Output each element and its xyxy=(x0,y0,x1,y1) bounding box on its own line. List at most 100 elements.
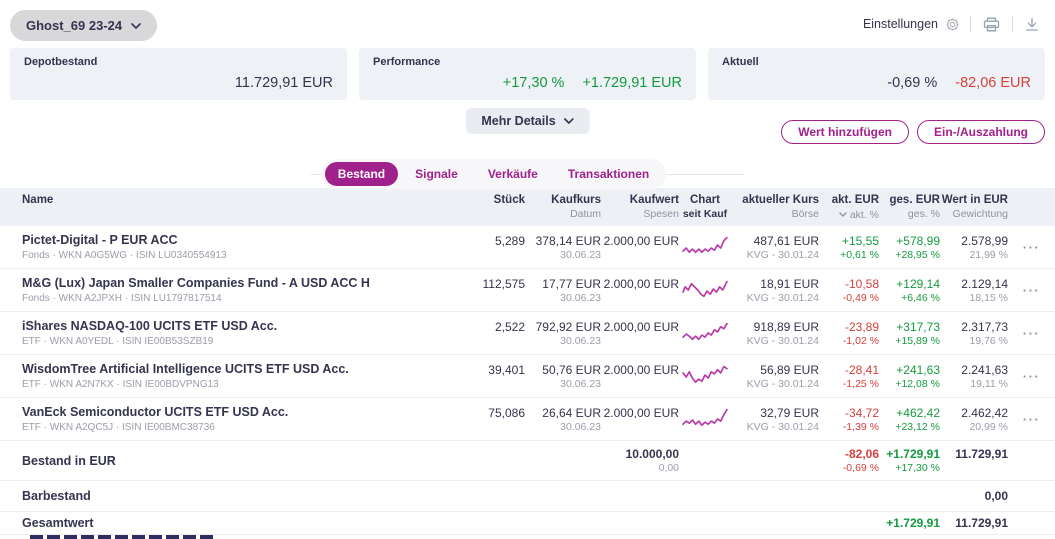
wert-value: 2.129,14 xyxy=(940,276,1008,292)
column-header-kaufwert: Kaufwert Spesen xyxy=(601,193,679,221)
gear-icon xyxy=(945,17,960,32)
column-header-name: Name xyxy=(0,193,419,221)
akt-eur-value: -28,41 xyxy=(819,362,879,378)
table-header: Name Stück Kaufkurs Datum Kaufwert Spese… xyxy=(0,188,1055,226)
row-menu-icon[interactable]: ··· xyxy=(1008,326,1055,341)
kauf-datum: 30.06.23 xyxy=(525,378,601,391)
kaufwert-value: 2.000,00 EUR xyxy=(601,276,679,292)
kurs-value: 918,89 EUR xyxy=(731,319,819,335)
ges-pct-value: +12,08 % xyxy=(879,378,940,391)
gesamt-wert: 11.729,91 xyxy=(940,515,1008,531)
stueck-value: 112,575 xyxy=(419,276,525,292)
kaufkurs-value: 792,92 EUR xyxy=(525,319,601,335)
tab-bar: Bestand Signale Verkäufe Transaktionen xyxy=(321,159,666,189)
ges-eur-value: +578,99 xyxy=(879,233,940,249)
instrument-name[interactable]: VanEck Semiconductor UCITS ETF USD Acc. xyxy=(22,404,419,420)
boerse-value: KVG - 30.01.24 xyxy=(731,421,819,434)
divider xyxy=(311,174,321,175)
table-row[interactable]: iShares NASDAQ-100 UCITS ETF USD Acc. ET… xyxy=(0,312,1055,355)
tab-bestand[interactable]: Bestand xyxy=(325,162,398,186)
stueck-value: 2,522 xyxy=(419,319,525,335)
action-band: Mehr Details Wert hinzufügen Ein-/Auszah… xyxy=(10,100,1045,146)
boerse-value: KVG - 30.01.24 xyxy=(731,335,819,348)
ges-eur-value: +241,63 xyxy=(879,362,940,378)
current-change-percent: -0,69 % xyxy=(887,75,937,91)
print-button[interactable] xyxy=(981,17,1002,32)
akt-eur-value: +15,55 xyxy=(819,233,879,249)
total-akt-eur: -82,06 xyxy=(819,446,879,462)
portfolio-selector[interactable]: Ghost_69 23-24 xyxy=(10,10,157,41)
kaufwert-value: 2.000,00 EUR xyxy=(601,362,679,378)
total-spesen: 0,00 xyxy=(601,462,679,475)
kurs-value: 18,91 EUR xyxy=(731,276,819,292)
totals-row-gesamtwert: Gesamtwert +1.729,91 11.729,91 xyxy=(0,512,1055,535)
sparkline-chart xyxy=(682,364,728,388)
settings-button[interactable]: Einstellungen xyxy=(863,17,960,32)
sparkline-chart xyxy=(682,321,728,345)
column-header-stueck: Stück xyxy=(419,193,525,221)
column-header-wert: Wert in EUR Gewichtung xyxy=(940,193,1008,221)
totals-label: Barbestand xyxy=(0,489,419,503)
tab-transaktionen[interactable]: Transaktionen xyxy=(555,162,662,186)
tab-verkaeufe[interactable]: Verkäufe xyxy=(475,162,551,186)
wert-value: 2.578,99 xyxy=(940,233,1008,249)
download-button[interactable] xyxy=(1023,17,1041,32)
ges-pct-value: +15,89 % xyxy=(879,335,940,348)
performance-label: Performance xyxy=(373,56,682,68)
instrument-meta: Fonds · WKN A0G5WG · ISIN LU0340554913 xyxy=(22,249,419,262)
settings-group: Einstellungen xyxy=(863,16,1041,32)
gewichtung-value: 19,76 % xyxy=(940,335,1008,348)
sort-akt-pct-button[interactable]: akt. % xyxy=(839,209,879,221)
instrument-name[interactable]: iShares NASDAQ-100 UCITS ETF USD Acc. xyxy=(22,318,419,334)
kaufwert-value: 2.000,00 EUR xyxy=(601,233,679,249)
deposit-withdraw-button[interactable]: Ein-/Auszahlung xyxy=(917,120,1045,144)
column-header-akt: akt. EUR akt. % xyxy=(819,193,879,221)
kurs-value: 32,79 EUR xyxy=(731,405,819,421)
column-header-ges: ges. EUR ges. % xyxy=(879,193,940,221)
instrument-name[interactable]: Pictet-Digital - P EUR ACC xyxy=(22,232,419,248)
instrument-meta: Fonds · WKN A2JPXH · ISIN LU1797817514 xyxy=(22,292,419,305)
kauf-datum: 30.06.23 xyxy=(525,335,601,348)
ges-pct-value: +28,95 % xyxy=(879,249,940,262)
table-row[interactable]: WisdomTree Artificial Intelligence UCITS… xyxy=(0,355,1055,398)
totals-row-bestand: Bestand in EUR 10.000,000,00 -82,06-0,69… xyxy=(0,441,1055,481)
kauf-datum: 30.06.23 xyxy=(525,292,601,305)
ges-pct-value: +6,46 % xyxy=(879,292,940,305)
printer-icon xyxy=(983,17,1000,32)
boerse-value: KVG - 30.01.24 xyxy=(731,378,819,391)
row-menu-icon[interactable]: ··· xyxy=(1008,240,1055,255)
row-menu-icon[interactable]: ··· xyxy=(1008,369,1055,384)
kauf-datum: 30.06.23 xyxy=(525,249,601,262)
akt-eur-value: -34,72 xyxy=(819,405,879,421)
table-row[interactable]: Pictet-Digital - P EUR ACC Fonds · WKN A… xyxy=(0,226,1055,269)
instrument-name[interactable]: WisdomTree Artificial Intelligence UCITS… xyxy=(22,361,419,377)
more-details-button[interactable]: Mehr Details xyxy=(465,108,589,134)
instrument-meta: ETF · WKN A0YEDL · ISIN IE00B53SZB19 xyxy=(22,335,419,348)
row-menu-icon[interactable]: ··· xyxy=(1008,283,1055,298)
separator xyxy=(1012,16,1013,32)
boerse-value: KVG - 30.01.24 xyxy=(731,249,819,262)
separator xyxy=(970,16,971,32)
current-change-amount: -82,06 EUR xyxy=(955,75,1031,91)
akt-pct-value: -0,49 % xyxy=(819,292,879,305)
total-wert: 11.729,91 xyxy=(940,446,1008,462)
akt-pct-value: +0,61 % xyxy=(819,249,879,262)
performance-amount: +1.729,91 EUR xyxy=(582,75,682,91)
chevron-down-icon xyxy=(131,23,141,29)
total-kaufwert: 10.000,00 xyxy=(601,446,679,462)
column-header-kaufkurs: Kaufkurs Datum xyxy=(525,193,601,221)
tab-signale[interactable]: Signale xyxy=(402,162,471,186)
gewichtung-value: 19,11 % xyxy=(940,378,1008,391)
gewichtung-value: 21,99 % xyxy=(940,249,1008,262)
table-row[interactable]: VanEck Semiconductor UCITS ETF USD Acc. … xyxy=(0,398,1055,441)
add-value-button[interactable]: Wert hinzufügen xyxy=(781,120,909,144)
table-row[interactable]: M&G (Lux) Japan Smaller Companies Fund -… xyxy=(0,269,1055,312)
akt-pct-value: -1,02 % xyxy=(819,335,879,348)
chevron-down-icon xyxy=(564,118,574,124)
instrument-name[interactable]: M&G (Lux) Japan Smaller Companies Fund -… xyxy=(22,275,419,291)
column-header-chart: Chart seit Kauf xyxy=(679,193,731,221)
portfolio-selector-label: Ghost_69 23-24 xyxy=(26,18,122,33)
total-ges-eur: +1.729,91 xyxy=(879,446,940,462)
akt-pct-value: -1,39 % xyxy=(819,421,879,434)
row-menu-icon[interactable]: ··· xyxy=(1008,412,1055,427)
